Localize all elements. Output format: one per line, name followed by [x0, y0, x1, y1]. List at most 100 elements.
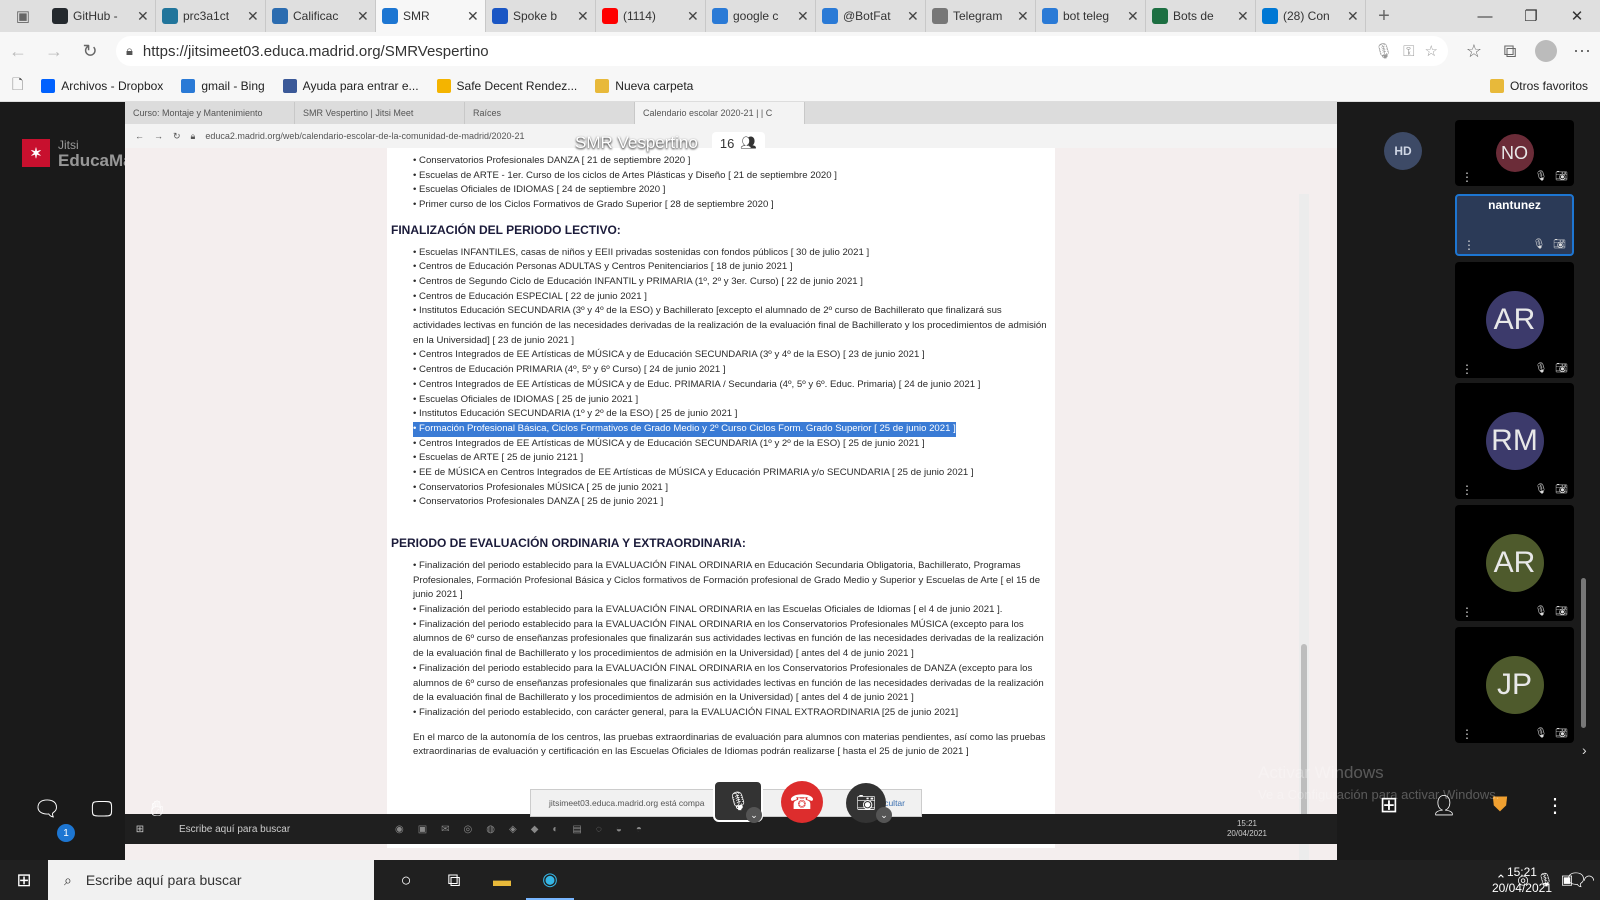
close-tab-icon[interactable]: ✕	[797, 8, 809, 25]
browser-tab[interactable]: Telegram ✕	[926, 0, 1036, 32]
excel-icon	[1152, 8, 1168, 24]
filmstrip-next-icon[interactable]: ›	[1582, 742, 1587, 758]
participant-tile[interactable]: nantunez ⋮ 🎙︎ 📷︎	[1455, 194, 1574, 256]
shared-tab: Calendario escolar 2020-21 | | C	[635, 102, 805, 124]
madrid-flag-icon: ✶	[22, 139, 50, 167]
notifications-icon[interactable]: 🗨︎	[1552, 860, 1600, 900]
task-view-icon[interactable]: ⧉	[430, 860, 478, 900]
bookmark-item[interactable]: gmail - Bing	[181, 78, 265, 93]
participant-tile[interactable]: AR ⋮ 🎙︎ 📷︎	[1455, 505, 1574, 621]
browser-tab[interactable]: GitHub - ✕	[46, 0, 156, 32]
bookmark-item[interactable]: Archivos - Dropbox	[41, 78, 163, 93]
collections-icon[interactable]: ⧉	[1492, 35, 1528, 67]
calendar-line: • Finalización del periodo establecido p…	[413, 603, 1003, 615]
participant-menu-icon[interactable]: ⋮	[1461, 728, 1473, 740]
shared-tab-label: SMR Vespertino | Jitsi Meet	[303, 108, 414, 118]
shared-browser-tabs: Curso: Montaje y Mantenimiento SMR Vesper…	[125, 102, 1337, 124]
reload-button[interactable]: ↻	[72, 35, 108, 67]
maximize-button[interactable]: ❐	[1508, 0, 1554, 32]
browser-tab[interactable]: Calificac ✕	[266, 0, 376, 32]
close-tab-icon[interactable]: ✕	[577, 8, 589, 25]
closing-paragraph: En el marco de la autonomía de los centr…	[413, 731, 1046, 758]
participant-tile[interactable]: JP ⋮ 🎙︎ 📷︎	[1455, 627, 1574, 743]
watermark-line-2: Ve a Configuración para activar Windows.	[1258, 787, 1500, 802]
close-tab-icon[interactable]: ✕	[1237, 8, 1249, 25]
more-menu-icon[interactable]: ⋯	[1564, 35, 1600, 67]
chat-unread-badge: 1	[57, 824, 75, 842]
share-screen-button[interactable]: 🖵︎	[85, 792, 119, 826]
taskbar-clock[interactable]: 15:21 20/04/2021	[1492, 864, 1552, 896]
participant-menu-icon[interactable]: ⋮	[1461, 171, 1473, 183]
close-window-button[interactable]: ✕	[1554, 0, 1600, 32]
participant-menu-icon[interactable]: ⋮	[1463, 239, 1475, 251]
participant-tile[interactable]: NO ⋮ 🎙︎ 📷︎	[1455, 120, 1574, 186]
browser-tab[interactable]: google c ✕	[706, 0, 816, 32]
new-tab-button[interactable]: +	[1366, 0, 1402, 32]
close-tab-icon[interactable]: ✕	[1347, 8, 1359, 25]
mic-options-chevron-icon[interactable]: ⌄	[746, 807, 762, 823]
participant-menu-icon[interactable]: ⋮	[1461, 606, 1473, 618]
participant-tile[interactable]: RM ⋮ 🎙︎ 📷︎	[1455, 383, 1574, 499]
participant-menu-icon[interactable]: ⋮	[1461, 363, 1473, 375]
participant-count-badge[interactable]: 16 👥︎	[711, 132, 765, 154]
bookmark-item[interactable]: Ayuda para entrar e...	[282, 78, 419, 93]
bookmark-item[interactable]: Safe Decent Rendez...	[436, 78, 577, 93]
tab-label: bot teleg	[1063, 9, 1110, 23]
back-button[interactable]: ←	[0, 35, 36, 67]
browser-tab[interactable]: bot teleg ✕	[1036, 0, 1146, 32]
file-explorer-icon[interactable]: ▬	[478, 860, 526, 900]
raise-hand-button[interactable]: ✋︎	[140, 792, 174, 826]
profile-avatar[interactable]	[1528, 35, 1564, 67]
hangup-button[interactable]: ☎︎	[781, 781, 823, 823]
close-tab-icon[interactable]: ✕	[1127, 8, 1139, 25]
browser-tab[interactable]: Bots de ✕	[1146, 0, 1256, 32]
close-tab-icon[interactable]: ✕	[467, 8, 479, 25]
browser-tab[interactable]: (1114) ✕	[596, 0, 706, 32]
close-tab-icon[interactable]: ✕	[1017, 8, 1029, 25]
other-favorites-folder[interactable]: Otros favoritos	[1489, 78, 1588, 93]
reading-list-icon[interactable]: 🗋︎	[12, 74, 23, 98]
calendar-line: • Primer curso de los Ciclos Formativos …	[413, 199, 774, 211]
close-tab-icon[interactable]: ✕	[137, 8, 149, 25]
browser-tab[interactable]: Spoke b ✕	[486, 0, 596, 32]
tab-label: Bots de	[1173, 9, 1214, 23]
self-avatar[interactable]: HD	[1384, 132, 1422, 170]
calendar-line: • Conservatorios Profesionales MÚSICA [ …	[413, 481, 669, 493]
tab-label: (1114)	[623, 9, 656, 23]
browser-tab[interactable]: @BotFat ✕	[816, 0, 926, 32]
page-icon	[932, 8, 948, 24]
minimize-button[interactable]: —	[1462, 0, 1508, 32]
edge-icon[interactable]: ◉	[526, 860, 574, 900]
cortana-icon[interactable]: ○	[382, 860, 430, 900]
notice-text: jitsimeet03.educa.madrid.org está compa	[549, 798, 705, 808]
browser-tab[interactable]: (28) Con ✕	[1256, 0, 1366, 32]
close-tab-icon[interactable]: ✕	[357, 8, 369, 25]
forward-button[interactable]: →	[36, 35, 72, 67]
close-tab-icon[interactable]: ✕	[687, 8, 699, 25]
tab-actions-icon[interactable]: ▣	[0, 0, 46, 32]
bookmark-item[interactable]: Nueva carpeta	[595, 78, 693, 93]
key-icon[interactable]: ⚿	[1403, 43, 1414, 60]
favorites-icon[interactable]: ☆	[1456, 35, 1492, 67]
bing-icon	[822, 8, 838, 24]
taskbar-search[interactable]: ⌕ Escribe aquí para buscar	[48, 860, 374, 900]
mic-muted-icon: 🎙︎	[1534, 171, 1548, 182]
camera-options-chevron-icon[interactable]: ⌄	[876, 807, 892, 823]
close-tab-icon[interactable]: ✕	[247, 8, 259, 25]
start-button[interactable]: ⊞	[0, 860, 48, 900]
participant-menu-icon[interactable]: ⋮	[1461, 484, 1473, 496]
shared-screen: Curso: Montaje y Mantenimiento SMR Vesper…	[125, 102, 1337, 860]
participant-tile[interactable]: AR ⋮ 🎙︎ 📷︎	[1455, 262, 1574, 378]
chat-button[interactable]: 🗨︎	[30, 792, 64, 826]
windows-activation-watermark: Activar Windows Ve a Configuración para …	[1258, 762, 1499, 806]
browser-tab[interactable]: SMR ✕	[376, 0, 486, 32]
add-favorite-icon[interactable]: ☆	[1425, 42, 1438, 60]
filmstrip-scrollbar[interactable]	[1581, 578, 1586, 728]
tab-label: GitHub -	[73, 9, 118, 23]
more-actions-button[interactable]: ⋮	[1538, 788, 1572, 822]
close-tab-icon[interactable]: ✕	[907, 8, 919, 25]
microphone-icon[interactable]: 🎙︎	[1374, 42, 1393, 60]
browser-tab[interactable]: prc3a1ct ✕	[156, 0, 266, 32]
calendar-line: • Centros de Educación Personas ADULTAS …	[413, 261, 793, 273]
address-bar[interactable]: 🔒︎ https://jitsimeet03.educa.madrid.org/…	[116, 36, 1448, 66]
